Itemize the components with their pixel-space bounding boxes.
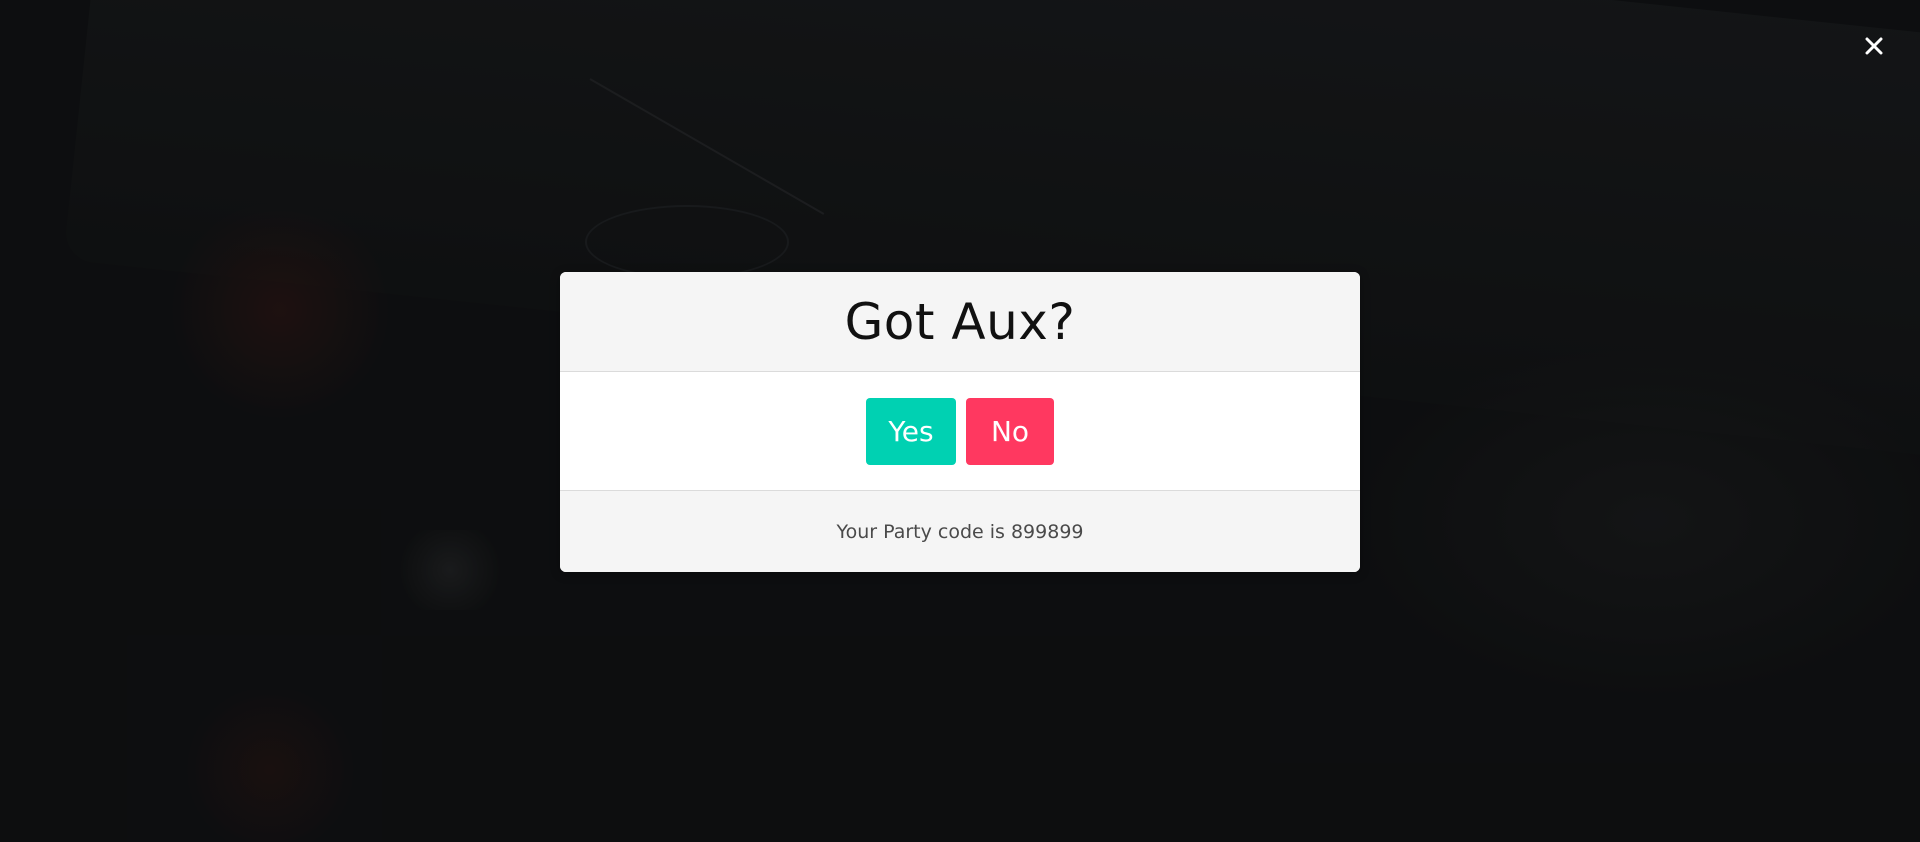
party-code-text: Your Party code is 899899	[836, 520, 1084, 543]
no-button[interactable]: No	[966, 397, 1054, 465]
modal-title: Got Aux?	[844, 292, 1076, 351]
modal-body: Yes No	[560, 372, 1360, 491]
close-icon	[1865, 37, 1883, 55]
aux-modal: Got Aux? Yes No Your Party code is 89989…	[560, 272, 1360, 572]
modal-footer: Your Party code is 899899	[560, 491, 1360, 572]
yes-button[interactable]: Yes	[866, 397, 956, 465]
modal-header: Got Aux?	[560, 272, 1360, 372]
close-button[interactable]	[1858, 30, 1890, 62]
